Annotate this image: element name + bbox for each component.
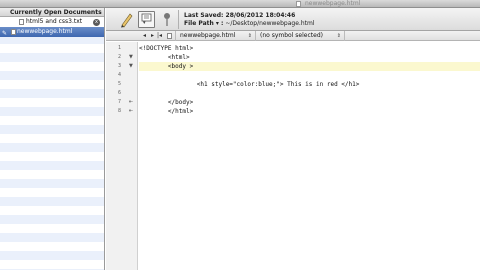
document-toolbar: ▾ Last Saved: 28/06/2012 18:04:46 File P… [106, 8, 480, 31]
sidebar-header: Currently Open Documents [0, 8, 104, 17]
line-number: 6 [118, 90, 122, 96]
up-down-arrows-icon: ⇕ [247, 33, 252, 39]
file-path-text: File Path ▾ : ~/Desktop/newwebpage.html [184, 20, 315, 27]
file-path-label[interactable]: File Path ▾ : [184, 20, 223, 27]
code-line[interactable]: <body > [139, 62, 480, 71]
symbol-popup-menu[interactable]: (no symbol selected) ⇕ [255, 31, 345, 41]
toolbar-separator [178, 10, 179, 29]
line-number: 5 [118, 81, 122, 87]
code-line[interactable] [139, 89, 480, 98]
edited-mark-icon: ✎ [2, 30, 8, 37]
file-icon [19, 19, 24, 25]
pin-icon[interactable] [161, 11, 173, 28]
code-line[interactable]: <html> [139, 53, 480, 62]
chevron-down-icon: ▾ [143, 20, 146, 26]
close-document-icon[interactable]: x [93, 19, 100, 26]
symbol-popup-label: (no symbol selected) [260, 32, 323, 39]
window-titlebar: newwebpage.html [0, 0, 480, 8]
up-down-arrows-icon: ⇕ [336, 33, 341, 39]
pencil-icon[interactable] [119, 11, 133, 28]
document-proxy-icon[interactable] [296, 1, 301, 7]
line-number: 1 [118, 45, 122, 51]
open-document-item-selected[interactable]: ✎ newwebpage.html [0, 27, 104, 37]
code-line[interactable] [139, 71, 480, 80]
file-icon [167, 33, 172, 39]
window-title: newwebpage.html [305, 0, 361, 7]
code-line[interactable]: <h1 style="color:blue;"> This is in red … [139, 80, 480, 89]
fold-toggle-icon[interactable]: ⇤ [129, 99, 133, 105]
code-editor[interactable]: <!DOCTYPE html> <html> <body > <h1 style… [139, 42, 480, 270]
file-popup-label: newwebpage.html [180, 32, 236, 39]
fold-toggle-icon[interactable]: ⇤ [129, 108, 133, 114]
document-name: html5 and css3.txt [26, 18, 83, 25]
code-line[interactable]: <!DOCTYPE html> [139, 44, 480, 53]
open-document-item[interactable]: html5 and css3.txt x [0, 17, 104, 27]
forward-arrow-icon[interactable]: ▸ [151, 31, 154, 41]
last-saved-text: Last Saved: 28/06/2012 18:04:46 [184, 12, 296, 19]
file-icon [11, 29, 16, 35]
document-name: newwebpage.html [17, 28, 73, 35]
back-arrow-icon[interactable]: ◂ [143, 31, 146, 41]
fold-toggle-icon[interactable]: ▼ [129, 54, 133, 60]
navigation-bar: ◂ ▸ |◂ newwebpage.html ⇕ (no symbol sele… [106, 31, 480, 41]
file-path-value: ~/Desktop/newwebpage.html [225, 20, 315, 27]
file-popup-menu[interactable]: newwebpage.html ⇕ [175, 31, 255, 41]
code-line[interactable]: </body> [139, 98, 480, 107]
line-number: 4 [118, 72, 122, 78]
text-options-button[interactable]: ▾ [138, 11, 155, 28]
code-line[interactable]: </html> [139, 107, 480, 116]
line-number-gutter: 1 2 ▼ 3 ▼ 4 5 6 7 ⇤ 8 ⇤ [106, 42, 138, 270]
fold-toggle-icon[interactable]: ▼ [129, 63, 133, 69]
open-documents-sidebar: Currently Open Documents html5 and css3.… [0, 8, 105, 270]
previous-document-icon[interactable]: |◂ [157, 31, 162, 41]
